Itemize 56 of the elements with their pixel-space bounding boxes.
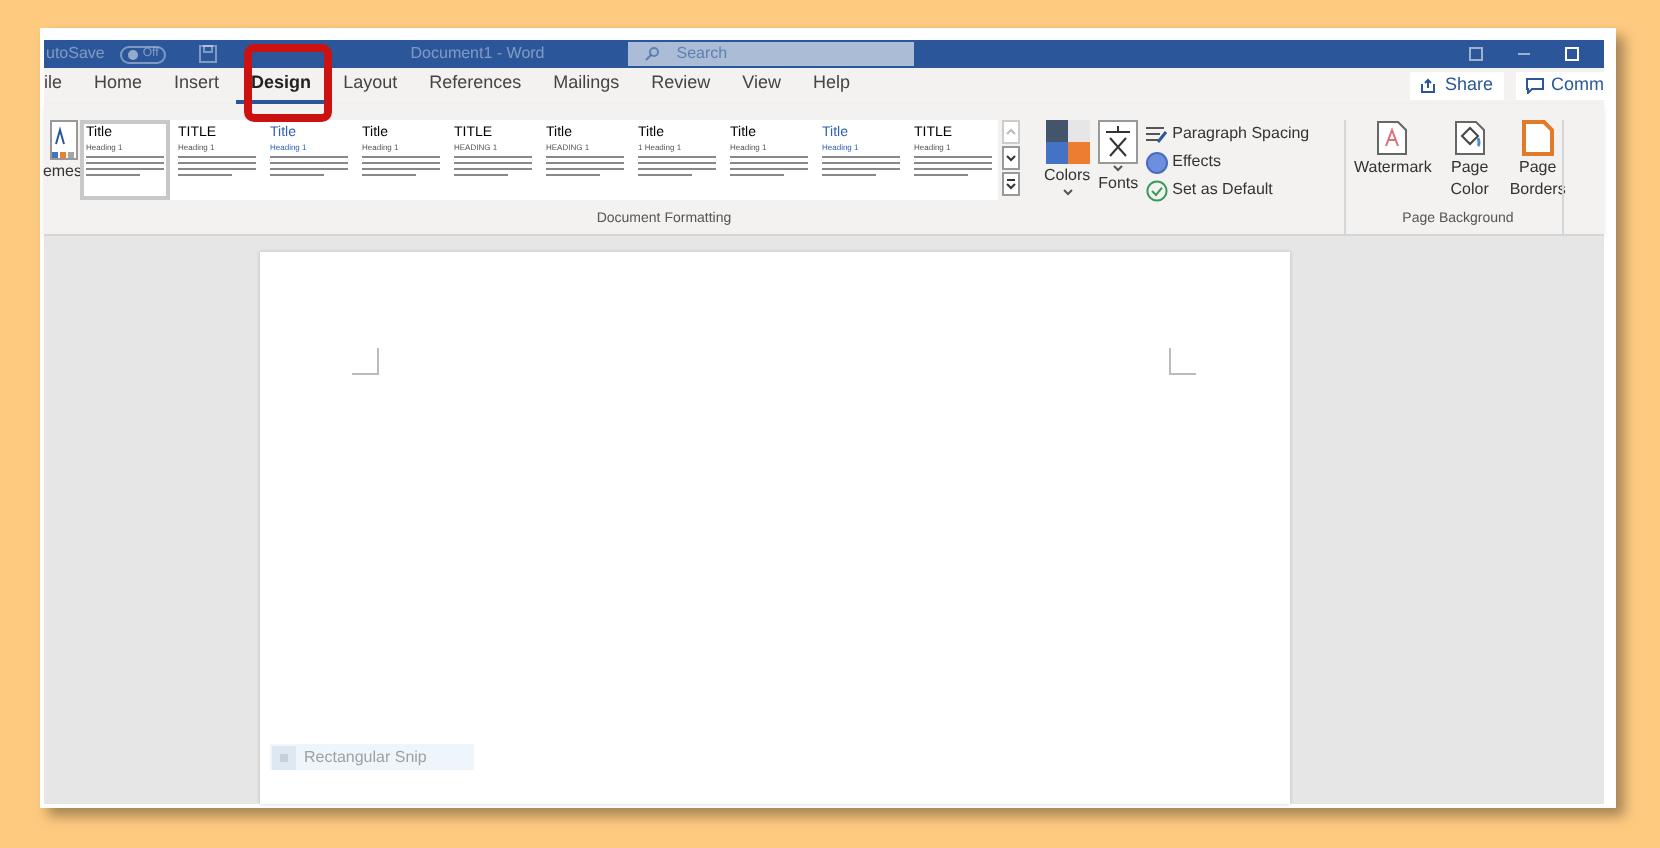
text-lines-drawing	[730, 156, 808, 176]
ribbon-tab[interactable]: Home	[78, 68, 159, 104]
save-icon[interactable]	[198, 44, 219, 64]
chevron-down-icon	[1112, 164, 1125, 172]
text-lines-drawing	[822, 156, 900, 176]
ribbon-tab[interactable]: ile	[44, 68, 79, 104]
search-icon	[644, 46, 661, 62]
ribbon-tab[interactable]: Review	[635, 68, 727, 104]
set-as-default-button[interactable]: Set as Default	[1146, 178, 1310, 202]
snip-icon	[272, 745, 296, 769]
watermark-button[interactable]: Watermark	[1354, 120, 1432, 178]
maximize-icon[interactable]	[1564, 46, 1580, 62]
font-glyph-icon	[1098, 120, 1139, 164]
page-borders-button[interactable]: Page Borders	[1507, 120, 1568, 200]
autosave-label: utoSave	[46, 42, 105, 66]
text-lines-drawing	[178, 156, 256, 176]
page-border-icon	[1521, 120, 1554, 156]
share-icon	[1420, 78, 1437, 94]
text-lines-drawing	[546, 156, 624, 176]
margin-mark-icon	[351, 348, 379, 376]
effects-button[interactable]: Effects	[1146, 150, 1310, 174]
page-color-button[interactable]: Page Color	[1439, 120, 1500, 200]
ribbon-tab[interactable]: View	[726, 68, 798, 104]
ribbon-tab[interactable]: Insert	[158, 68, 236, 104]
document-letter-icon	[1376, 120, 1409, 156]
share-button[interactable]: Share	[1410, 72, 1503, 100]
colors-button[interactable]: Colors	[1044, 120, 1091, 196]
paragraph-spacing-icon	[1146, 125, 1169, 143]
chevron-down-icon	[1061, 188, 1074, 196]
more-icon[interactable]	[1002, 172, 1020, 196]
fonts-button[interactable]: Fonts	[1098, 120, 1139, 196]
text-lines-drawing	[914, 156, 992, 176]
text-lines-drawing	[454, 156, 532, 176]
paint-bucket-icon	[1453, 120, 1486, 156]
restore-icon[interactable]	[1468, 46, 1484, 62]
themes-button[interactable]: emes	[44, 120, 78, 184]
text-lines-drawing	[362, 156, 440, 176]
document-title: Document1 - Word	[410, 42, 545, 66]
text-lines-drawing	[270, 156, 348, 176]
ribbon-tab[interactable]: Help	[797, 68, 867, 104]
effects-icon	[1146, 151, 1169, 173]
margin-mark-icon	[1167, 348, 1195, 376]
ribbon-tab[interactable]: Mailings	[537, 68, 636, 104]
color-swatch-icon	[1045, 120, 1090, 164]
themes-icon	[50, 120, 78, 160]
scroll-down-icon[interactable]	[1002, 146, 1020, 170]
text-lines-drawing	[638, 156, 716, 176]
text-lines-drawing	[86, 156, 164, 176]
ribbon-tab[interactable]: Layout	[327, 68, 414, 104]
comment-icon	[1525, 78, 1543, 94]
check-circle-icon	[1146, 179, 1169, 201]
ribbon-tab[interactable]: References	[413, 68, 538, 104]
comments-button[interactable]: Comm	[1515, 72, 1604, 100]
paragraph-spacing-button[interactable]: Paragraph Spacing	[1146, 122, 1310, 146]
highlight-frame	[244, 44, 332, 122]
snip-tooltip: Rectangular Snip	[270, 744, 474, 770]
